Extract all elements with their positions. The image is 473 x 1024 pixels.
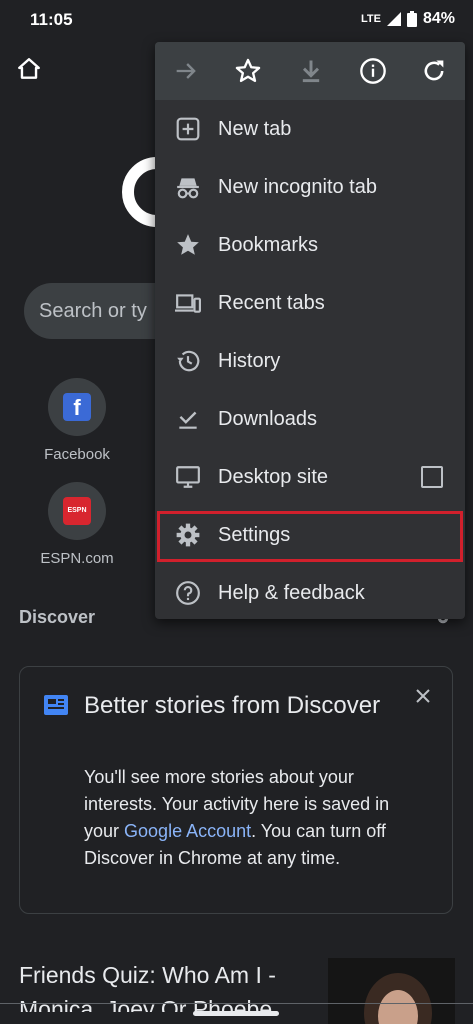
menu-item-label: Recent tabs xyxy=(218,291,325,314)
bookmark-star-icon[interactable] xyxy=(234,57,262,85)
help-icon xyxy=(176,581,200,605)
card-title: Better stories from Discover xyxy=(84,692,381,719)
status-icons: LTE 84% xyxy=(361,10,455,28)
menu-item-label: Desktop site xyxy=(218,465,329,488)
shortcut-espn[interactable]: ESPN ESPN.com xyxy=(22,482,132,567)
menu-item-new-tab[interactable]: New tab xyxy=(155,100,465,158)
shortcut-label: ESPN.com xyxy=(40,550,114,567)
gesture-handle[interactable] xyxy=(193,1011,279,1016)
menu-item-new-incognito-tab[interactable]: New incognito tab xyxy=(155,158,465,216)
menu-item-bookmarks[interactable]: Bookmarks xyxy=(155,216,465,274)
espn-icon: ESPN xyxy=(63,497,91,525)
network-label: LTE xyxy=(361,13,381,25)
person-photo xyxy=(328,958,455,1024)
download-check-icon xyxy=(179,411,197,429)
forward-icon[interactable] xyxy=(172,57,200,85)
search-placeholder: Search or ty xyxy=(39,300,147,322)
history-icon xyxy=(177,350,200,372)
menu-item-label: Downloads xyxy=(218,407,317,430)
incognito-icon xyxy=(177,178,199,199)
menu-item-label: New incognito tab xyxy=(218,175,377,198)
battery-icon xyxy=(406,11,417,27)
menu-item-label: Help & feedback xyxy=(218,581,365,604)
menu-item-help-feedback[interactable]: Help & feedback xyxy=(155,564,465,622)
monitor-icon xyxy=(176,466,200,488)
menu-item-label: New tab xyxy=(218,117,292,140)
article-title-line-2: Monica, Joey Or Phoebe xyxy=(19,996,273,1012)
facebook-icon: f xyxy=(63,393,91,421)
discover-info-card: Better stories from Discover You'll see … xyxy=(19,666,453,914)
shortcut-facebook[interactable]: f Facebook xyxy=(22,378,132,463)
home-icon[interactable] xyxy=(16,56,42,82)
star-icon xyxy=(177,234,199,255)
devices-icon xyxy=(175,294,201,313)
info-icon[interactable] xyxy=(359,57,387,85)
discover-news-icon xyxy=(44,695,68,715)
facebook-tile-circle: f xyxy=(48,378,106,436)
status-time: 11:05 xyxy=(30,10,73,29)
card-body: You'll see more stories about your inter… xyxy=(84,764,394,872)
nav-divider xyxy=(0,1003,473,1004)
desktop-site-checkbox[interactable] xyxy=(421,466,443,488)
discover-heading: Discover xyxy=(19,607,96,627)
menu-item-history[interactable]: History xyxy=(155,332,465,390)
menu-toolbar xyxy=(155,42,465,100)
menu-item-label: Bookmarks xyxy=(218,233,319,256)
settings-highlight-box xyxy=(157,511,463,562)
status-bar: 11:05 LTE 84% xyxy=(0,0,473,38)
battery-percent: 84% xyxy=(422,10,455,27)
espn-tile-circle: ESPN xyxy=(48,482,106,540)
menu-item-label: History xyxy=(218,349,281,372)
menu-item-desktop-site[interactable]: Desktop site xyxy=(155,448,465,506)
menu-item-downloads[interactable]: Downloads xyxy=(155,390,465,448)
article-thumbnail[interactable] xyxy=(328,958,455,1024)
menu-item-recent-tabs[interactable]: Recent tabs xyxy=(155,274,465,332)
download-icon[interactable] xyxy=(297,57,325,85)
shortcut-label: Facebook xyxy=(44,446,110,463)
article-title-line-1: Friends Quiz: Who Am I - xyxy=(19,962,276,988)
google-account-link[interactable]: Google Account xyxy=(124,821,251,841)
refresh-icon[interactable] xyxy=(420,57,448,85)
close-icon[interactable] xyxy=(414,687,432,705)
new-tab-icon xyxy=(176,117,200,141)
signal-icon xyxy=(386,12,401,26)
